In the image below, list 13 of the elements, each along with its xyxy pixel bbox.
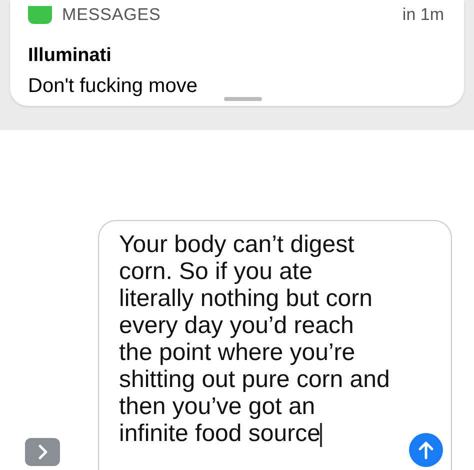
notification-time: in 1m [402,4,444,26]
up-arrow-icon [418,440,434,460]
message-text: Your body can’t digest corn. So if you ate literally nothing but corn every day you’d reach the point where you’re shitting out pure corn and then you’ve got an infinite food source [119,231,391,447]
notification-handle[interactable] [224,97,262,101]
notification-body: Don't fucking move [28,74,198,98]
messages-app-icon [28,6,52,24]
message-input[interactable]: Your body can’t digest corn. So if you ate literally nothing but corn every day you’d reach the point where you’re shitting out pure corn and then you’ve got an infinite food source [98,220,452,470]
app-name: MESSAGES [62,4,161,26]
expand-button[interactable] [25,438,60,466]
chevron-right-icon [38,444,48,460]
notification-card[interactable]: MESSAGES in 1m Illuminati Don't fucking move [10,0,464,106]
notification-title: Illuminati [28,44,112,68]
send-button[interactable] [409,433,443,467]
